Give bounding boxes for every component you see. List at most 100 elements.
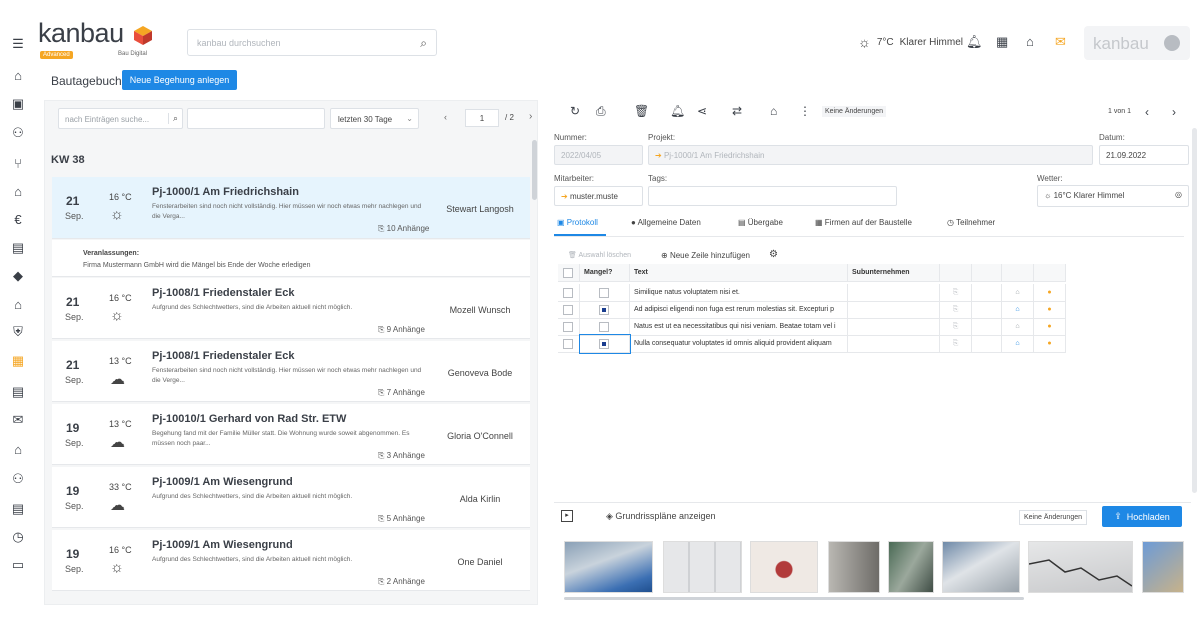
detail-scrollbar[interactable] <box>1192 128 1197 493</box>
list-item[interactable]: 19 Sep. 16 °C ☼ Pj-1009/1 Am Wiesengrund Aufg… <box>52 530 530 591</box>
row-checkbox[interactable] <box>563 339 573 349</box>
sub-cell[interactable] <box>848 335 940 353</box>
location-pin-icon[interactable]: ● <box>1034 318 1066 336</box>
photo-thumbnail[interactable] <box>750 541 818 593</box>
list-item[interactable]: 21 Sep. 16 °C ☼ Pj-1008/1 Friedenstaler Eck A… <box>52 278 530 339</box>
building-icon[interactable]: ⌂ <box>9 182 27 200</box>
mangel-checkbox[interactable] <box>599 305 609 315</box>
monitor-icon[interactable]: ▭ <box>9 556 27 574</box>
print-icon[interactable]: ⎙ <box>596 104 606 119</box>
trash-icon[interactable]: 🗑︎ <box>634 104 649 118</box>
paperclip-icon[interactable]: ⎘ <box>940 301 972 319</box>
house-icon[interactable]: ⌂ <box>1002 301 1034 319</box>
bell-icon[interactable]: 🔔︎ <box>966 34 983 50</box>
location-pin-icon[interactable]: ● <box>1034 335 1066 353</box>
calendar-icon[interactable]: ▦ <box>9 352 27 370</box>
photo-thumbnail[interactable] <box>1142 541 1184 593</box>
house-icon[interactable]: ⌂ <box>1002 318 1034 336</box>
user-menu[interactable]: kanbau <box>1084 26 1190 60</box>
more-icon[interactable]: ⋮ <box>799 104 811 118</box>
mangel-checkbox[interactable] <box>599 322 609 332</box>
select-all-checkbox[interactable] <box>563 268 573 278</box>
pager-prev-icon[interactable]: ‹ <box>444 112 447 122</box>
sub-cell[interactable] <box>848 301 940 319</box>
text-cell[interactable]: Similique natus voluptatem nisi et. <box>630 284 848 302</box>
people-icon[interactable]: ⚇ <box>9 124 27 142</box>
search-icon[interactable]: ⌕ <box>167 113 178 124</box>
text-cell[interactable]: Nulla consequatur voluptates id omnis al… <box>630 335 848 353</box>
mangel-cell[interactable] <box>580 318 630 336</box>
row-select-cell[interactable] <box>558 301 580 319</box>
table-row[interactable]: Ad adipisci eligendi non fuga est rerum … <box>558 301 1066 319</box>
list-item[interactable]: 21 Sep. 16 °C ☼ Pj-1000/1 Am Friedrichshain F… <box>52 177 530 239</box>
tags-field[interactable] <box>648 186 897 206</box>
pager-page-input[interactable]: 1 <box>465 109 499 127</box>
tab-teilnehmer[interactable]: ◷ Teilnehmer <box>947 218 995 227</box>
location-pin-icon[interactable]: ● <box>1034 284 1066 302</box>
mail-icon[interactable]: ✉ <box>9 411 27 429</box>
row-select-cell[interactable] <box>558 335 580 353</box>
photo-thumbnail[interactable] <box>942 541 1020 593</box>
pager-next-icon[interactable]: › <box>529 111 532 122</box>
delete-selection-button[interactable]: 🗑︎ Auswahl löschen <box>568 251 631 259</box>
global-search-input[interactable]: kanbau durchsuchen ⌕ <box>187 29 437 56</box>
location-pin-icon[interactable]: ● <box>1034 301 1066 319</box>
select-all-cell[interactable] <box>558 264 580 282</box>
mitarbeiter-field[interactable]: ➔ muster.muste <box>554 186 643 206</box>
mangel-cell[interactable] <box>580 301 630 319</box>
clock-icon[interactable]: ◷ <box>9 528 27 546</box>
house-icon[interactable]: ⌂ <box>1002 284 1034 302</box>
house-icon[interactable]: ⌂ <box>1002 335 1034 353</box>
row-select-cell[interactable] <box>558 318 580 336</box>
share-icon[interactable]: ⋖ <box>697 104 707 118</box>
mangel-checkbox[interactable] <box>599 288 609 298</box>
refresh-icon[interactable]: ↻ <box>570 104 580 118</box>
plans-toggle-button[interactable]: ◈ Grundrisspläne anzeigen <box>606 511 716 522</box>
bell-icon[interactable]: 🔔︎ <box>670 104 685 118</box>
contacts-icon[interactable]: ▣ <box>9 95 27 113</box>
wetter-field[interactable]: ☼ 16°C Klarer Himmel ◎ <box>1037 185 1189 207</box>
table-row[interactable]: Natus est ut ea necessitatibus qui nisi … <box>558 318 1066 336</box>
projekt-field[interactable]: ➔ Pj-1000/1 Am Friedrichshain <box>648 145 1093 165</box>
table-row[interactable]: Nulla consequatur voluptates id omnis al… <box>558 334 1066 354</box>
photo-thumbnail[interactable] <box>663 541 742 593</box>
tag-icon[interactable]: ◆ <box>9 267 27 285</box>
tab-uebergabe[interactable]: ▤ Übergabe <box>738 218 783 227</box>
home-icon[interactable]: ⌂ <box>9 66 27 84</box>
row-select-cell[interactable] <box>558 284 580 302</box>
tab-firmen[interactable]: ▦ Firmen auf der Baustelle <box>815 218 912 227</box>
id-card-icon[interactable]: ▤ <box>9 239 27 257</box>
branch-icon[interactable]: ⑂ <box>9 154 27 172</box>
entry-search-input[interactable]: nach Einträgen suche... ⌕ <box>58 108 183 129</box>
bank-icon[interactable]: ⌂ <box>9 440 27 458</box>
table-row[interactable]: Similique natus voluptatem nisi et. ⎘ ⌂ ● <box>558 284 1066 302</box>
logo[interactable]: kanbau <box>38 18 124 49</box>
list-item[interactable]: 21 Sep. 13 °C ☁ Pj-1008/1 Friedenstaler Eck F… <box>52 341 530 402</box>
bank-icon[interactable]: ⌂ <box>1026 34 1034 49</box>
document-icon[interactable]: ▤ <box>9 383 27 401</box>
paperclip-icon[interactable]: ⎘ <box>940 284 972 302</box>
house-icon[interactable]: ⌂ <box>9 295 27 313</box>
datum-field[interactable]: 21.09.2022 <box>1099 145 1189 165</box>
filter-input[interactable] <box>187 108 325 129</box>
list-scrollbar[interactable] <box>532 140 537 200</box>
row-checkbox[interactable] <box>563 305 573 315</box>
paperclip-icon[interactable]: ⎘ <box>940 335 972 353</box>
prev-record-icon[interactable]: ‹ <box>1145 105 1149 119</box>
row-checkbox[interactable] <box>563 322 573 332</box>
sub-cell[interactable] <box>848 284 940 302</box>
date-range-select[interactable]: letzten 30 Tage ⌄ <box>330 108 419 129</box>
photo-thumbnail[interactable] <box>1028 541 1133 593</box>
upload-button[interactable]: ⇪ Hochladen <box>1102 506 1182 527</box>
list-icon[interactable]: ▤ <box>9 500 27 518</box>
thumbnail-scrollbar[interactable] <box>564 597 1024 600</box>
mangel-cell[interactable] <box>579 334 631 354</box>
menu-icon[interactable]: ☰ <box>9 35 27 53</box>
list-item[interactable]: 19 Sep. 13 °C ☁ Pj-10010/1 Gerhard von Rad S… <box>52 404 530 465</box>
tab-allgemeine-daten[interactable]: ● Allgemeine Daten <box>631 218 701 227</box>
text-cell[interactable]: Ad adipisci eligendi non fuga est rerum … <box>630 301 848 319</box>
photo-thumbnail[interactable] <box>564 541 653 593</box>
play-icon[interactable]: ▸ <box>561 510 573 522</box>
gear-icon[interactable]: ⚙ <box>769 249 778 260</box>
swap-icon[interactable]: ⇄ <box>732 104 742 118</box>
